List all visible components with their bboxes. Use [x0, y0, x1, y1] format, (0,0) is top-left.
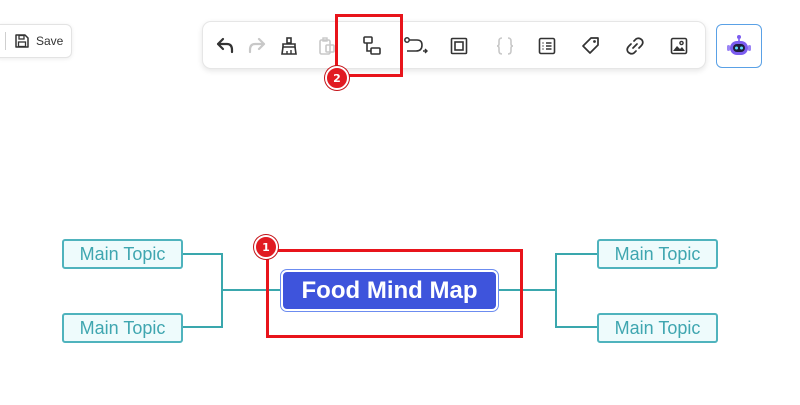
mindmap-connectors [183, 253, 597, 328]
main-topic-right-bottom[interactable]: Main Topic [597, 313, 718, 343]
highlight-box-central [266, 249, 523, 338]
step-marker-1: 1 [254, 235, 278, 259]
main-topic-left-bottom[interactable]: Main Topic [62, 313, 183, 343]
main-topic-left-top[interactable]: Main Topic [62, 239, 183, 269]
main-topic-right-top[interactable]: Main Topic [597, 239, 718, 269]
